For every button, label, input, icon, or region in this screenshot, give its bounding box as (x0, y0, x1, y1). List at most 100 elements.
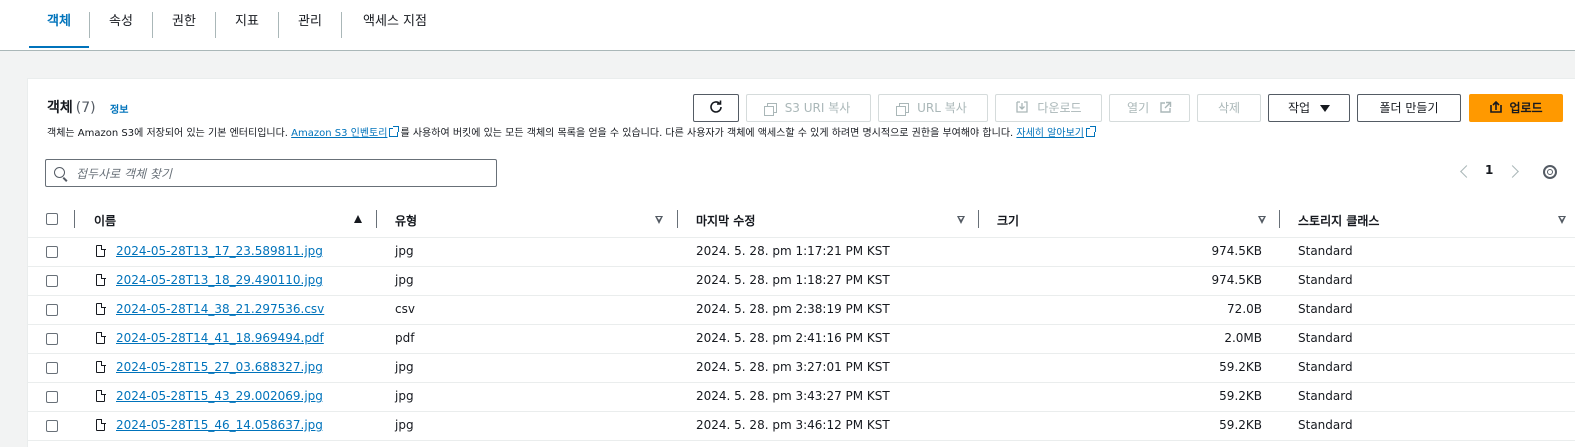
object-last-modified: 2024. 5. 28. pm 3:43:27 PM KST (696, 389, 890, 403)
object-last-modified: 2024. 5. 28. pm 3:46:12 PM KST (696, 418, 890, 432)
object-name-link[interactable]: 2024-05-28T13_17_23.589811.jpg (116, 244, 323, 258)
info-link[interactable]: 정보 (110, 101, 128, 116)
copy-s3-uri-button[interactable]: S3 URI 복사 (746, 94, 871, 122)
object-size: 59.2KB (1219, 360, 1262, 374)
chevron-right-icon[interactable] (1506, 165, 1519, 178)
object-last-modified: 2024. 5. 28. pm 2:38:19 PM KST (696, 302, 890, 316)
section-title-text: 객체 (47, 100, 73, 116)
object-name-link[interactable]: 2024-05-28T15_46_14.058637.jpg (116, 418, 323, 432)
tab-access-points[interactable]: 액세스 지점 (342, 0, 448, 48)
inventory-link[interactable]: Amazon S3 인벤토리 (291, 128, 387, 139)
object-name-link[interactable]: 2024-05-28T15_27_03.688327.jpg (116, 360, 323, 374)
refresh-button[interactable] (693, 94, 739, 122)
sort-icon[interactable] (1558, 216, 1566, 224)
row-checkbox[interactable] (46, 304, 58, 316)
object-type: jpg (395, 244, 414, 258)
open-button[interactable]: 열기 (1109, 94, 1190, 122)
column-header-size[interactable]: 크기 (997, 212, 1019, 229)
object-last-modified: 2024. 5. 28. pm 2:41:16 PM KST (696, 331, 890, 345)
tab-metrics[interactable]: 지표 (216, 0, 278, 48)
row-checkbox[interactable] (46, 275, 58, 287)
row-checkbox[interactable] (46, 391, 58, 403)
table-row: 2024-05-28T15_27_03.688327.jpg jpg 2024.… (28, 353, 1575, 383)
column-divider[interactable] (1279, 210, 1280, 228)
object-size: 59.2KB (1219, 418, 1262, 432)
column-header-type[interactable]: 유형 (395, 212, 417, 229)
tab-properties[interactable]: 속성 (90, 0, 152, 48)
search-input[interactable] (74, 163, 488, 185)
external-link-icon (1085, 126, 1096, 137)
object-size: 2.0MB (1224, 331, 1262, 345)
object-storage-class: Standard (1298, 273, 1353, 287)
gear-icon[interactable] (1543, 165, 1557, 179)
object-size: 974.5KB (1211, 273, 1262, 287)
table-row: 2024-05-28T13_17_23.589811.jpg jpg 2024.… (28, 237, 1575, 267)
column-header-last-modified[interactable]: 마지막 수정 (696, 212, 755, 229)
table-header: 이름 유형 마지막 수정 크기 스토리지 클래스 (28, 203, 1575, 238)
column-divider[interactable] (978, 210, 979, 228)
file-icon (96, 244, 106, 257)
sort-icon[interactable] (1258, 216, 1266, 224)
tab-permissions[interactable]: 권한 (153, 0, 215, 48)
tab-bar: 객체 속성 권한 지표 관리 액세스 지점 (0, 0, 1575, 51)
description-text: 객체는 Amazon S3에 저장되어 있는 기본 엔터티입니다. (47, 128, 288, 139)
row-checkbox[interactable] (46, 420, 58, 432)
caret-down-icon (1320, 105, 1331, 112)
object-type: jpg (395, 360, 414, 374)
copy-url-button[interactable]: URL 복사 (878, 94, 988, 122)
row-checkbox[interactable] (46, 333, 58, 345)
download-icon (1016, 101, 1029, 113)
object-last-modified: 2024. 5. 28. pm 1:17:21 PM KST (696, 244, 890, 258)
row-checkbox[interactable] (46, 246, 58, 258)
object-name-link[interactable]: 2024-05-28T13_18_29.490110.jpg (116, 273, 323, 287)
table-row: 2024-05-28T14_38_21.297536.csv csv 2024.… (28, 295, 1575, 325)
chevron-left-icon[interactable] (1460, 165, 1473, 178)
object-storage-class: Standard (1298, 389, 1353, 403)
select-all-checkbox[interactable] (46, 213, 58, 225)
object-count: (7) (75, 100, 96, 116)
column-header-name[interactable]: 이름 (94, 212, 116, 229)
create-folder-label: 폴더 만들기 (1379, 101, 1439, 115)
file-icon (96, 418, 106, 431)
sort-icon[interactable] (655, 216, 663, 224)
page-number[interactable]: 1 (1485, 163, 1493, 177)
external-link-icon (389, 126, 400, 137)
refresh-icon (710, 100, 722, 113)
learn-more-link[interactable]: 자세히 알아보기 (1016, 128, 1084, 139)
sort-icon[interactable] (957, 216, 965, 224)
object-last-modified: 2024. 5. 28. pm 1:18:27 PM KST (696, 273, 890, 287)
external-link-icon (1160, 101, 1172, 113)
copy-icon (763, 103, 777, 116)
copy-s3-uri-label: S3 URI 복사 (784, 101, 851, 115)
column-divider[interactable] (677, 210, 678, 228)
tab-objects[interactable]: 객체 (29, 0, 89, 48)
section-title: 객체 (7) (47, 97, 96, 117)
file-icon (96, 389, 106, 402)
create-folder-button[interactable]: 폴더 만들기 (1357, 94, 1461, 122)
upload-button[interactable]: 업로드 (1469, 94, 1563, 122)
download-button[interactable]: 다운로드 (995, 94, 1102, 122)
file-icon (96, 273, 106, 286)
sort-ascending-icon[interactable] (354, 215, 362, 223)
search-box (45, 159, 497, 187)
upload-label: 업로드 (1509, 101, 1543, 115)
object-name-link[interactable]: 2024-05-28T14_38_21.297536.csv (116, 302, 324, 316)
object-storage-class: Standard (1298, 302, 1353, 316)
object-storage-class: Standard (1298, 418, 1353, 432)
copy-url-label: URL 복사 (917, 101, 967, 115)
object-type: jpg (395, 273, 414, 287)
upload-icon (1490, 100, 1503, 113)
delete-button[interactable]: 삭제 (1197, 94, 1261, 122)
description-text-2: 를 사용하여 버킷에 있는 모든 객체의 목록을 얻을 수 있습니다. 다른 사… (400, 128, 1014, 139)
row-checkbox[interactable] (46, 362, 58, 374)
object-name-link[interactable]: 2024-05-28T14_41_18.969494.pdf (116, 331, 324, 345)
actions-dropdown[interactable]: 작업 (1268, 94, 1350, 122)
column-divider[interactable] (376, 210, 377, 228)
object-name-link[interactable]: 2024-05-28T15_43_29.002069.jpg (116, 389, 323, 403)
table-row: 2024-05-28T14_41_18.969494.pdf pdf 2024.… (28, 324, 1575, 354)
tab-management[interactable]: 관리 (279, 0, 341, 48)
file-icon (96, 331, 106, 344)
open-label: 열기 (1127, 101, 1150, 115)
column-header-storage-class[interactable]: 스토리지 클래스 (1298, 212, 1379, 229)
table-row: 2024-05-28T15_43_29.002069.jpg jpg 2024.… (28, 382, 1575, 412)
